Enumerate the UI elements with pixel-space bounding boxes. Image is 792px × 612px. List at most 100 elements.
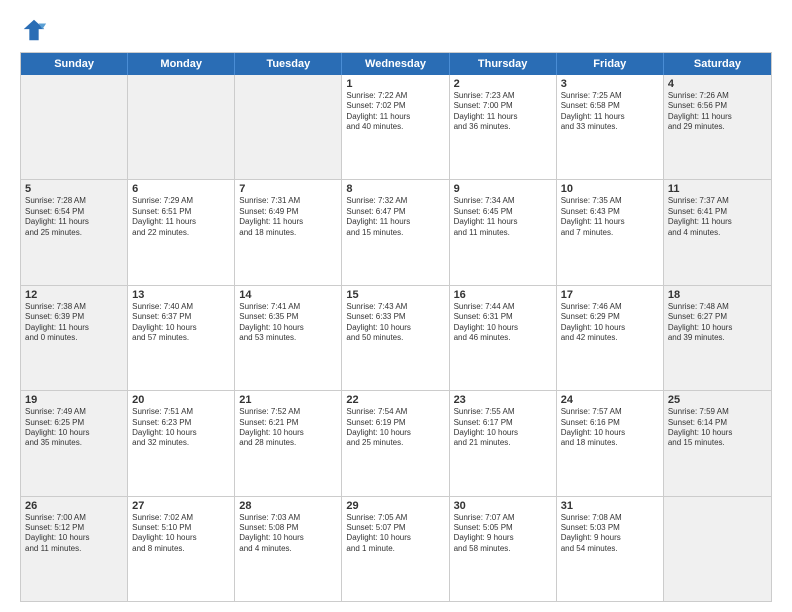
day-number: 15 (346, 289, 444, 301)
day-info: Sunrise: 7:55 AM Sunset: 6:17 PM Dayligh… (454, 407, 552, 449)
calendar-row-4: 26Sunrise: 7:00 AM Sunset: 5:12 PM Dayli… (21, 497, 771, 601)
calendar-day-18: 18Sunrise: 7:48 AM Sunset: 6:27 PM Dayli… (664, 286, 771, 390)
day-number: 1 (346, 78, 444, 90)
day-info: Sunrise: 7:35 AM Sunset: 6:43 PM Dayligh… (561, 196, 659, 238)
day-info: Sunrise: 7:43 AM Sunset: 6:33 PM Dayligh… (346, 302, 444, 344)
calendar-day-31: 31Sunrise: 7:08 AM Sunset: 5:03 PM Dayli… (557, 497, 664, 601)
weekday-header-monday: Monday (128, 53, 235, 75)
weekday-header-saturday: Saturday (664, 53, 771, 75)
calendar-day-29: 29Sunrise: 7:05 AM Sunset: 5:07 PM Dayli… (342, 497, 449, 601)
day-info: Sunrise: 7:54 AM Sunset: 6:19 PM Dayligh… (346, 407, 444, 449)
day-number: 6 (132, 183, 230, 195)
calendar-day-28: 28Sunrise: 7:03 AM Sunset: 5:08 PM Dayli… (235, 497, 342, 601)
day-info: Sunrise: 7:03 AM Sunset: 5:08 PM Dayligh… (239, 513, 337, 555)
calendar-day-17: 17Sunrise: 7:46 AM Sunset: 6:29 PM Dayli… (557, 286, 664, 390)
logo (20, 16, 52, 44)
day-number: 4 (668, 78, 767, 90)
day-number: 17 (561, 289, 659, 301)
calendar-day-6: 6Sunrise: 7:29 AM Sunset: 6:51 PM Daylig… (128, 180, 235, 284)
calendar-day-27: 27Sunrise: 7:02 AM Sunset: 5:10 PM Dayli… (128, 497, 235, 601)
day-number: 25 (668, 394, 767, 406)
calendar-day-20: 20Sunrise: 7:51 AM Sunset: 6:23 PM Dayli… (128, 391, 235, 495)
day-number: 29 (346, 500, 444, 512)
day-info: Sunrise: 7:52 AM Sunset: 6:21 PM Dayligh… (239, 407, 337, 449)
day-info: Sunrise: 7:46 AM Sunset: 6:29 PM Dayligh… (561, 302, 659, 344)
calendar-empty-cell (128, 75, 235, 179)
day-number: 9 (454, 183, 552, 195)
day-number: 30 (454, 500, 552, 512)
day-number: 10 (561, 183, 659, 195)
weekday-header-thursday: Thursday (450, 53, 557, 75)
calendar-row-2: 12Sunrise: 7:38 AM Sunset: 6:39 PM Dayli… (21, 286, 771, 391)
day-number: 23 (454, 394, 552, 406)
calendar-row-0: 1Sunrise: 7:22 AM Sunset: 7:02 PM Daylig… (21, 75, 771, 180)
day-info: Sunrise: 7:07 AM Sunset: 5:05 PM Dayligh… (454, 513, 552, 555)
day-info: Sunrise: 7:49 AM Sunset: 6:25 PM Dayligh… (25, 407, 123, 449)
calendar-header: SundayMondayTuesdayWednesdayThursdayFrid… (21, 53, 771, 75)
day-info: Sunrise: 7:48 AM Sunset: 6:27 PM Dayligh… (668, 302, 767, 344)
calendar-day-3: 3Sunrise: 7:25 AM Sunset: 6:58 PM Daylig… (557, 75, 664, 179)
day-info: Sunrise: 7:22 AM Sunset: 7:02 PM Dayligh… (346, 91, 444, 133)
day-number: 12 (25, 289, 123, 301)
calendar-day-21: 21Sunrise: 7:52 AM Sunset: 6:21 PM Dayli… (235, 391, 342, 495)
day-number: 19 (25, 394, 123, 406)
calendar-day-9: 9Sunrise: 7:34 AM Sunset: 6:45 PM Daylig… (450, 180, 557, 284)
day-info: Sunrise: 7:41 AM Sunset: 6:35 PM Dayligh… (239, 302, 337, 344)
day-number: 27 (132, 500, 230, 512)
calendar-day-15: 15Sunrise: 7:43 AM Sunset: 6:33 PM Dayli… (342, 286, 449, 390)
day-info: Sunrise: 7:26 AM Sunset: 6:56 PM Dayligh… (668, 91, 767, 133)
weekday-header-tuesday: Tuesday (235, 53, 342, 75)
calendar-day-4: 4Sunrise: 7:26 AM Sunset: 6:56 PM Daylig… (664, 75, 771, 179)
calendar-day-8: 8Sunrise: 7:32 AM Sunset: 6:47 PM Daylig… (342, 180, 449, 284)
calendar-day-7: 7Sunrise: 7:31 AM Sunset: 6:49 PM Daylig… (235, 180, 342, 284)
calendar-day-19: 19Sunrise: 7:49 AM Sunset: 6:25 PM Dayli… (21, 391, 128, 495)
day-info: Sunrise: 7:25 AM Sunset: 6:58 PM Dayligh… (561, 91, 659, 133)
calendar-row-3: 19Sunrise: 7:49 AM Sunset: 6:25 PM Dayli… (21, 391, 771, 496)
day-info: Sunrise: 7:00 AM Sunset: 5:12 PM Dayligh… (25, 513, 123, 555)
day-number: 22 (346, 394, 444, 406)
calendar-body: 1Sunrise: 7:22 AM Sunset: 7:02 PM Daylig… (21, 75, 771, 601)
calendar-day-2: 2Sunrise: 7:23 AM Sunset: 7:00 PM Daylig… (450, 75, 557, 179)
calendar-day-26: 26Sunrise: 7:00 AM Sunset: 5:12 PM Dayli… (21, 497, 128, 601)
day-info: Sunrise: 7:51 AM Sunset: 6:23 PM Dayligh… (132, 407, 230, 449)
calendar-day-22: 22Sunrise: 7:54 AM Sunset: 6:19 PM Dayli… (342, 391, 449, 495)
calendar: SundayMondayTuesdayWednesdayThursdayFrid… (20, 52, 772, 602)
calendar-empty-cell (235, 75, 342, 179)
day-number: 14 (239, 289, 337, 301)
calendar-day-1: 1Sunrise: 7:22 AM Sunset: 7:02 PM Daylig… (342, 75, 449, 179)
day-info: Sunrise: 7:31 AM Sunset: 6:49 PM Dayligh… (239, 196, 337, 238)
calendar-empty-cell (664, 497, 771, 601)
day-info: Sunrise: 7:29 AM Sunset: 6:51 PM Dayligh… (132, 196, 230, 238)
logo-icon (20, 16, 48, 44)
day-info: Sunrise: 7:08 AM Sunset: 5:03 PM Dayligh… (561, 513, 659, 555)
day-number: 20 (132, 394, 230, 406)
page: SundayMondayTuesdayWednesdayThursdayFrid… (0, 0, 792, 612)
day-info: Sunrise: 7:02 AM Sunset: 5:10 PM Dayligh… (132, 513, 230, 555)
day-number: 16 (454, 289, 552, 301)
day-number: 13 (132, 289, 230, 301)
calendar-day-25: 25Sunrise: 7:59 AM Sunset: 6:14 PM Dayli… (664, 391, 771, 495)
calendar-row-1: 5Sunrise: 7:28 AM Sunset: 6:54 PM Daylig… (21, 180, 771, 285)
day-number: 21 (239, 394, 337, 406)
day-info: Sunrise: 7:32 AM Sunset: 6:47 PM Dayligh… (346, 196, 444, 238)
day-info: Sunrise: 7:05 AM Sunset: 5:07 PM Dayligh… (346, 513, 444, 555)
day-info: Sunrise: 7:23 AM Sunset: 7:00 PM Dayligh… (454, 91, 552, 133)
day-info: Sunrise: 7:40 AM Sunset: 6:37 PM Dayligh… (132, 302, 230, 344)
day-number: 2 (454, 78, 552, 90)
calendar-day-24: 24Sunrise: 7:57 AM Sunset: 6:16 PM Dayli… (557, 391, 664, 495)
header (20, 16, 772, 44)
day-number: 24 (561, 394, 659, 406)
calendar-day-5: 5Sunrise: 7:28 AM Sunset: 6:54 PM Daylig… (21, 180, 128, 284)
day-number: 28 (239, 500, 337, 512)
calendar-day-23: 23Sunrise: 7:55 AM Sunset: 6:17 PM Dayli… (450, 391, 557, 495)
weekday-header-sunday: Sunday (21, 53, 128, 75)
calendar-day-12: 12Sunrise: 7:38 AM Sunset: 6:39 PM Dayli… (21, 286, 128, 390)
day-number: 18 (668, 289, 767, 301)
calendar-day-30: 30Sunrise: 7:07 AM Sunset: 5:05 PM Dayli… (450, 497, 557, 601)
calendar-day-10: 10Sunrise: 7:35 AM Sunset: 6:43 PM Dayli… (557, 180, 664, 284)
calendar-day-13: 13Sunrise: 7:40 AM Sunset: 6:37 PM Dayli… (128, 286, 235, 390)
day-info: Sunrise: 7:59 AM Sunset: 6:14 PM Dayligh… (668, 407, 767, 449)
day-number: 26 (25, 500, 123, 512)
weekday-header-wednesday: Wednesday (342, 53, 449, 75)
day-info: Sunrise: 7:38 AM Sunset: 6:39 PM Dayligh… (25, 302, 123, 344)
